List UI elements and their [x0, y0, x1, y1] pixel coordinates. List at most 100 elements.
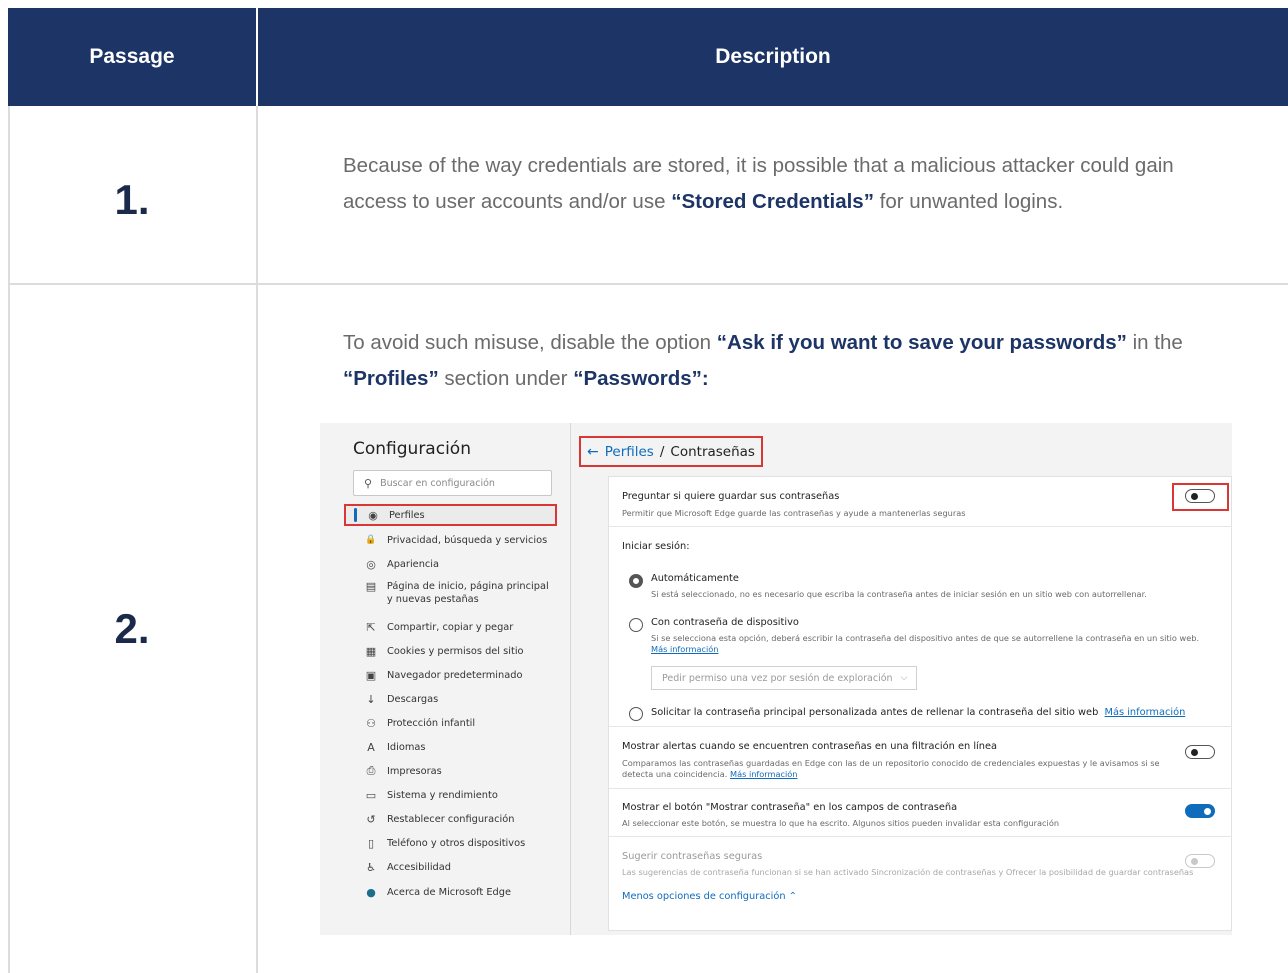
cookies-icon: ▦ — [365, 644, 377, 658]
reveal-button-title: Mostrar el botón "Mostrar contraseña" en… — [622, 802, 958, 813]
sidebar-item-impresoras[interactable]: ⎙ Impresoras — [345, 760, 555, 782]
accessibility-icon: ♿ — [366, 860, 376, 874]
text-segment: To avoid such misuse, disable the option — [343, 331, 717, 354]
palette-icon: ◎ — [366, 557, 376, 571]
leak-alerts-toggle[interactable] — [1185, 745, 1215, 759]
text-segment: for unwanted logins. — [873, 190, 1064, 213]
toggle-knob — [1191, 493, 1198, 500]
sidebar-item-label: Cookies y permisos del sitio — [387, 645, 524, 657]
suggest-strong-title: Sugerir contraseñas seguras — [622, 851, 763, 862]
more-info-link[interactable]: Más información — [1105, 707, 1186, 718]
radio-device-text: Si se selecciona esta opción, deberá esc… — [651, 633, 1200, 643]
reveal-button-description: Al seleccionar este botón, se muestra lo… — [622, 818, 1060, 828]
sidebar-item-label: Privacidad, búsqueda y servicios — [387, 534, 548, 546]
header-description: Description — [715, 45, 831, 68]
radio-automatic[interactable] — [629, 574, 643, 588]
passage-text-2: To avoid such misuse, disable the option… — [343, 325, 1223, 397]
sidebar-item-idiomas[interactable]: A Idiomas — [345, 736, 555, 758]
offer-save-toggle[interactable] — [1185, 489, 1215, 503]
sidebar-item-navegador[interactable]: ▣ Navegador predeterminado — [345, 664, 555, 686]
toggle-knob — [1191, 749, 1198, 756]
sidebar-item-label: Protección infantil — [387, 717, 476, 729]
sidebar-item-accesibilidad[interactable]: ♿ Accesibilidad — [345, 856, 555, 878]
sidebar-item-apariencia[interactable]: ◎ Apariencia — [345, 553, 555, 575]
sidebar-item-label: Impresoras — [387, 765, 442, 777]
sidebar-item-label: Sistema y rendimiento — [387, 789, 498, 801]
radio-device-password[interactable] — [629, 618, 643, 632]
sidebar-item-sistema[interactable]: ▭ Sistema y rendimiento — [345, 784, 555, 806]
passage-number-2: 2. — [114, 605, 150, 652]
reset-icon: ↺ — [366, 812, 376, 826]
radio-automatic-label: Automáticamente — [651, 573, 739, 584]
settings-main: ← Perfiles / Contraseñas Preguntar si qu… — [572, 423, 1232, 935]
auth-frequency-select[interactable]: Pedir permiso una vez por sesión de expl… — [651, 666, 917, 690]
sidebar-item-label: Teléfono y otros dispositivos — [387, 837, 526, 849]
chevron-down-icon: ⌵ — [900, 673, 908, 683]
sidebar-item-label: Idiomas — [387, 741, 426, 753]
language-icon: A — [367, 740, 375, 754]
sidebar-item-label: Perfiles — [389, 509, 425, 521]
sidebar-item-restablecer[interactable]: ↺ Restablecer configuración — [345, 808, 555, 830]
table-left-border — [8, 106, 10, 973]
leak-alerts-text: Comparamos las contraseñas guardadas en … — [622, 758, 1160, 779]
select-value: Pedir permiso una vez por sesión de expl… — [662, 672, 893, 684]
breadcrumb: ← Perfiles / Contraseñas — [579, 436, 763, 467]
radio-automatic-description: Si está seleccionado, no es necesario qu… — [651, 589, 1147, 599]
sidebar-title: Configuración — [353, 439, 471, 459]
sidebar-item-perfiles[interactable]: ◉ Perfiles — [344, 504, 557, 526]
settings-sidebar: Configuración ⚲ Buscar en configuración … — [320, 423, 571, 935]
sidebar-item-compartir[interactable]: ⇱ Compartir, copiar y pegar — [345, 616, 555, 638]
sidebar-item-acerca[interactable]: ● Acerca de Microsoft Edge — [345, 881, 555, 903]
fewer-options-link[interactable]: Menos opciones de configuración ⌃ — [622, 891, 797, 902]
more-info-link[interactable]: Más información — [651, 644, 719, 654]
search-icon: ⚲ — [364, 476, 373, 490]
radio-custom-text: Solicitar la contraseña principal person… — [651, 707, 1099, 718]
radio-custom-password[interactable] — [629, 707, 643, 721]
family-icon: ⚇ — [366, 716, 376, 730]
sidebar-item-descargas[interactable]: ↓ Descargas — [345, 688, 555, 710]
search-placeholder: Buscar en configuración — [380, 477, 495, 489]
sidebar-item-cookies[interactable]: ▦ Cookies y permisos del sitio — [345, 640, 555, 662]
offer-save-description: Permitir que Microsoft Edge guarde las c… — [622, 508, 966, 518]
profile-icon: ◉ — [368, 508, 378, 522]
emphasis-profiles: “Profiles” — [343, 367, 439, 390]
emphasis-passwords: “Passwords”: — [573, 367, 709, 390]
sidebar-item-label: Compartir, copiar y pegar — [387, 621, 514, 633]
download-icon: ↓ — [366, 692, 376, 706]
sidebar-item-telefono[interactable]: ▯ Teléfono y otros dispositivos — [345, 832, 555, 854]
browser-icon: ▣ — [365, 668, 377, 682]
leak-alerts-description: Comparamos las contraseñas guardadas en … — [622, 758, 1162, 780]
radio-device-label: Con contraseña de dispositivo — [651, 617, 799, 628]
passage-text-1: Because of the way credentials are store… — [343, 148, 1223, 220]
sidebar-item-privacidad[interactable]: 🔒 Privacidad, búsqueda y servicios — [345, 529, 555, 551]
sidebar-item-proteccion[interactable]: ⚇ Protección infantil — [345, 712, 555, 734]
header-passage: Passage — [89, 45, 175, 68]
leak-alerts-row: Mostrar alertas cuando se encuentren con… — [609, 727, 1232, 789]
passwords-settings-card: Preguntar si quiere guardar sus contrase… — [608, 476, 1232, 931]
toggle-knob — [1191, 858, 1198, 865]
laptop-icon: ▭ — [365, 788, 377, 802]
radio-custom-label: Solicitar la contraseña principal person… — [651, 707, 1185, 718]
breadcrumb-current: Contraseñas — [670, 443, 755, 460]
reveal-button-toggle[interactable] — [1185, 804, 1215, 818]
signin-label: Iniciar sesión: — [622, 541, 690, 552]
leak-alerts-title: Mostrar alertas cuando se encuentren con… — [622, 741, 997, 752]
share-icon: ⇱ — [366, 620, 376, 634]
sidebar-item-label: Página de inicio, página principal y nue… — [386, 581, 549, 605]
breadcrumb-perfiles-link[interactable]: Perfiles — [605, 444, 654, 460]
edge-icon: ● — [366, 885, 376, 899]
more-info-link[interactable]: Más información — [730, 769, 798, 779]
text-segment: section under — [438, 367, 574, 390]
sidebar-item-pagina-inicio[interactable]: ▤ Página de inicio, página principal y n… — [345, 578, 555, 608]
sidebar-item-label: Navegador predeterminado — [387, 669, 523, 681]
offer-save-title: Preguntar si quiere guardar sus contrase… — [622, 491, 840, 502]
column-divider — [256, 106, 258, 973]
reveal-button-row: Mostrar el botón "Mostrar contraseña" en… — [609, 789, 1232, 837]
sidebar-item-label: Accesibilidad — [387, 861, 451, 873]
edge-settings-screenshot: Configuración ⚲ Buscar en configuración … — [320, 423, 1232, 935]
offer-save-row: Preguntar si quiere guardar sus contrase… — [609, 477, 1232, 527]
radio-device-description: Si se selecciona esta opción, deberá esc… — [651, 633, 1211, 655]
back-arrow-icon[interactable]: ← — [587, 444, 599, 460]
settings-search-input[interactable]: ⚲ Buscar en configuración — [353, 470, 552, 496]
lock-icon: 🔒 — [365, 535, 377, 545]
